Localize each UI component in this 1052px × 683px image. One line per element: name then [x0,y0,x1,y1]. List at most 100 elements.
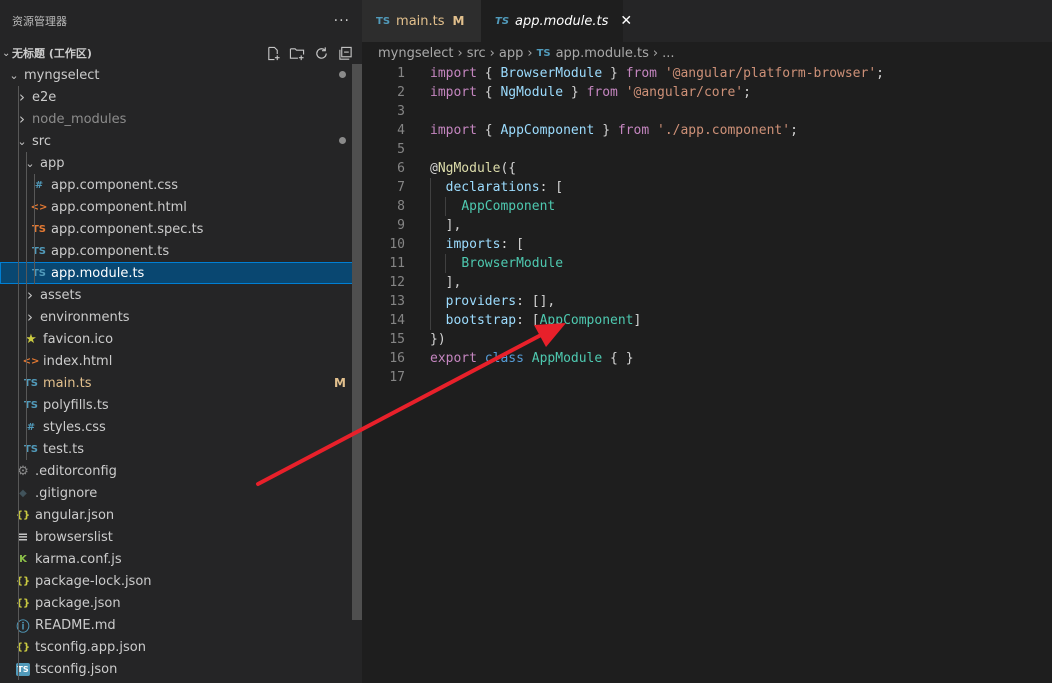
new-file-icon[interactable] [264,44,282,62]
tree-item[interactable]: TS tsconfig.json [0,658,362,680]
code-line: 8 AppComponent [362,197,1052,216]
indent-guide [26,438,27,460]
code-line: 9 ], [362,216,1052,235]
tree-item[interactable]: Kkarma.conf.js [0,548,362,570]
tree-item-label: app.component.spec.ts [51,221,204,237]
tree-item[interactable]: › e2e [0,86,362,108]
code-text: BrowserModule [430,254,563,273]
tree-item[interactable]: {} angular.json [0,504,362,526]
breadcrumb-item[interactable]: app [499,46,523,61]
line-number: 2 [397,85,405,100]
indent-guide [26,240,27,262]
tree-item[interactable]: TS test.ts [0,438,362,460]
indent-guide [26,174,27,196]
tree-item[interactable]: › environments [0,306,362,328]
code-token: BrowserModule [461,256,564,271]
breadcrumb-file[interactable]: app.module.ts [556,46,649,61]
code-line: 5 [362,140,1052,159]
breadcrumb-item[interactable]: myngselect [378,46,453,61]
tree-item-label: myngselect [24,67,100,83]
tree-item[interactable]: # app.component.css [0,174,362,196]
code-line: 3 [362,102,1052,121]
tree-item[interactable]: {} package-lock.json [0,570,362,592]
tree-item[interactable]: › assets [0,284,362,306]
tree-item[interactable]: ⌄ app [0,152,362,174]
new-folder-icon[interactable] [288,44,306,62]
indent-guide [34,262,35,284]
tree-item[interactable]: <> app.component.html [0,196,362,218]
breadcrumb-symbols[interactable]: ... [662,46,674,61]
tree-item[interactable]: ★ favicon.ico [0,328,362,350]
refresh-icon[interactable] [312,44,330,62]
tab-app-module-ts[interactable]: TS app.module.ts ✕ [481,0,632,42]
code-line: 16 export class AppModule { } [362,349,1052,368]
file-tree: ⌄ myngselect › e2e › node_modules ⌄ src ⌄ app # app… [0,64,362,680]
tab-main-ts[interactable]: TS main.ts M [362,0,481,42]
modified-dot [339,71,346,78]
tree-item[interactable]: ⚙ .editorconfig [0,460,362,482]
code-text: import { NgModule } from '@angular/core'… [430,83,751,102]
code-text: export class AppModule { } [430,349,634,368]
workspace-header[interactable]: ⌄ 无标题 (工作区) [0,42,362,64]
breadcrumb-separator: › [527,45,533,61]
tree-item[interactable]: TS app.component.ts [0,240,362,262]
sidebar-scrollbar[interactable] [352,64,362,620]
code-token: '@angular/platform-browser' [664,66,877,81]
line-number: 8 [397,199,405,214]
indent-guide [26,328,27,350]
editor-tab-bar: TS main.ts M TS app.module.ts ✕ [362,0,1052,42]
tree-item-label: app.module.ts [51,265,145,281]
code-token: imports [445,237,501,252]
code-token: NgModule [437,161,501,176]
tree-item[interactable]: TS app.module.ts [0,262,362,284]
indent-guide [18,240,19,262]
tree-item[interactable]: TS app.component.spec.ts [0,218,362,240]
tree-item[interactable]: › node_modules [0,108,362,130]
tree-item[interactable]: ⌄ myngselect [0,64,362,86]
tree-item[interactable]: {} tsconfig.app.json [0,636,362,658]
tree-item-label: main.ts [43,375,92,391]
tree-item[interactable]: ⓘ README.md [0,614,362,636]
close-icon[interactable]: ✕ [620,13,632,29]
tree-item-label: polyfills.ts [43,397,109,413]
tree-item[interactable]: {} package.json [0,592,362,614]
code-token: : [], [516,294,556,309]
code-token: providers [445,294,517,309]
more-actions-icon[interactable]: ··· [334,13,350,29]
tree-item-label: browserslist [35,529,113,545]
indent-guide [26,416,27,438]
code-line: 14 bootstrap: [AppComponent] [362,311,1052,330]
indent-guide [18,350,19,372]
tree-item[interactable]: ≡ browserslist [0,526,362,548]
tree-item-label: favicon.ico [43,331,114,347]
modified-badge: M [452,14,465,28]
explorer-title: 资源管理器 [12,15,67,28]
code-text: }) [430,330,446,349]
tree-item[interactable]: ⌄ src [0,130,362,152]
code-token: ; [743,85,751,100]
tree-item[interactable]: TS main.ts M [0,372,362,394]
tree-item[interactable]: TS polyfills.ts [0,394,362,416]
collapse-all-icon[interactable] [336,44,354,62]
code-token: { [476,123,501,138]
tab-label: main.ts [396,13,445,29]
code-token: import [430,85,477,100]
code-editor[interactable]: 1 import { BrowserModule } from '@angular… [362,64,1052,683]
code-token: : [ [516,313,540,328]
tree-item-label: index.html [43,353,113,369]
line-number: 16 [389,351,405,366]
typescript-file-icon: TS [536,47,551,59]
breadcrumb-item[interactable]: src [467,46,486,61]
tree-item[interactable]: # styles.css [0,416,362,438]
line-number: 1 [397,66,405,81]
code-token: : [ [500,237,524,252]
indent-guide [18,504,19,526]
tree-item[interactable]: <> index.html [0,350,362,372]
code-line: 6 @NgModule({ [362,159,1052,178]
indent-guide [26,284,27,306]
tree-item[interactable]: ◆ .gitignore [0,482,362,504]
